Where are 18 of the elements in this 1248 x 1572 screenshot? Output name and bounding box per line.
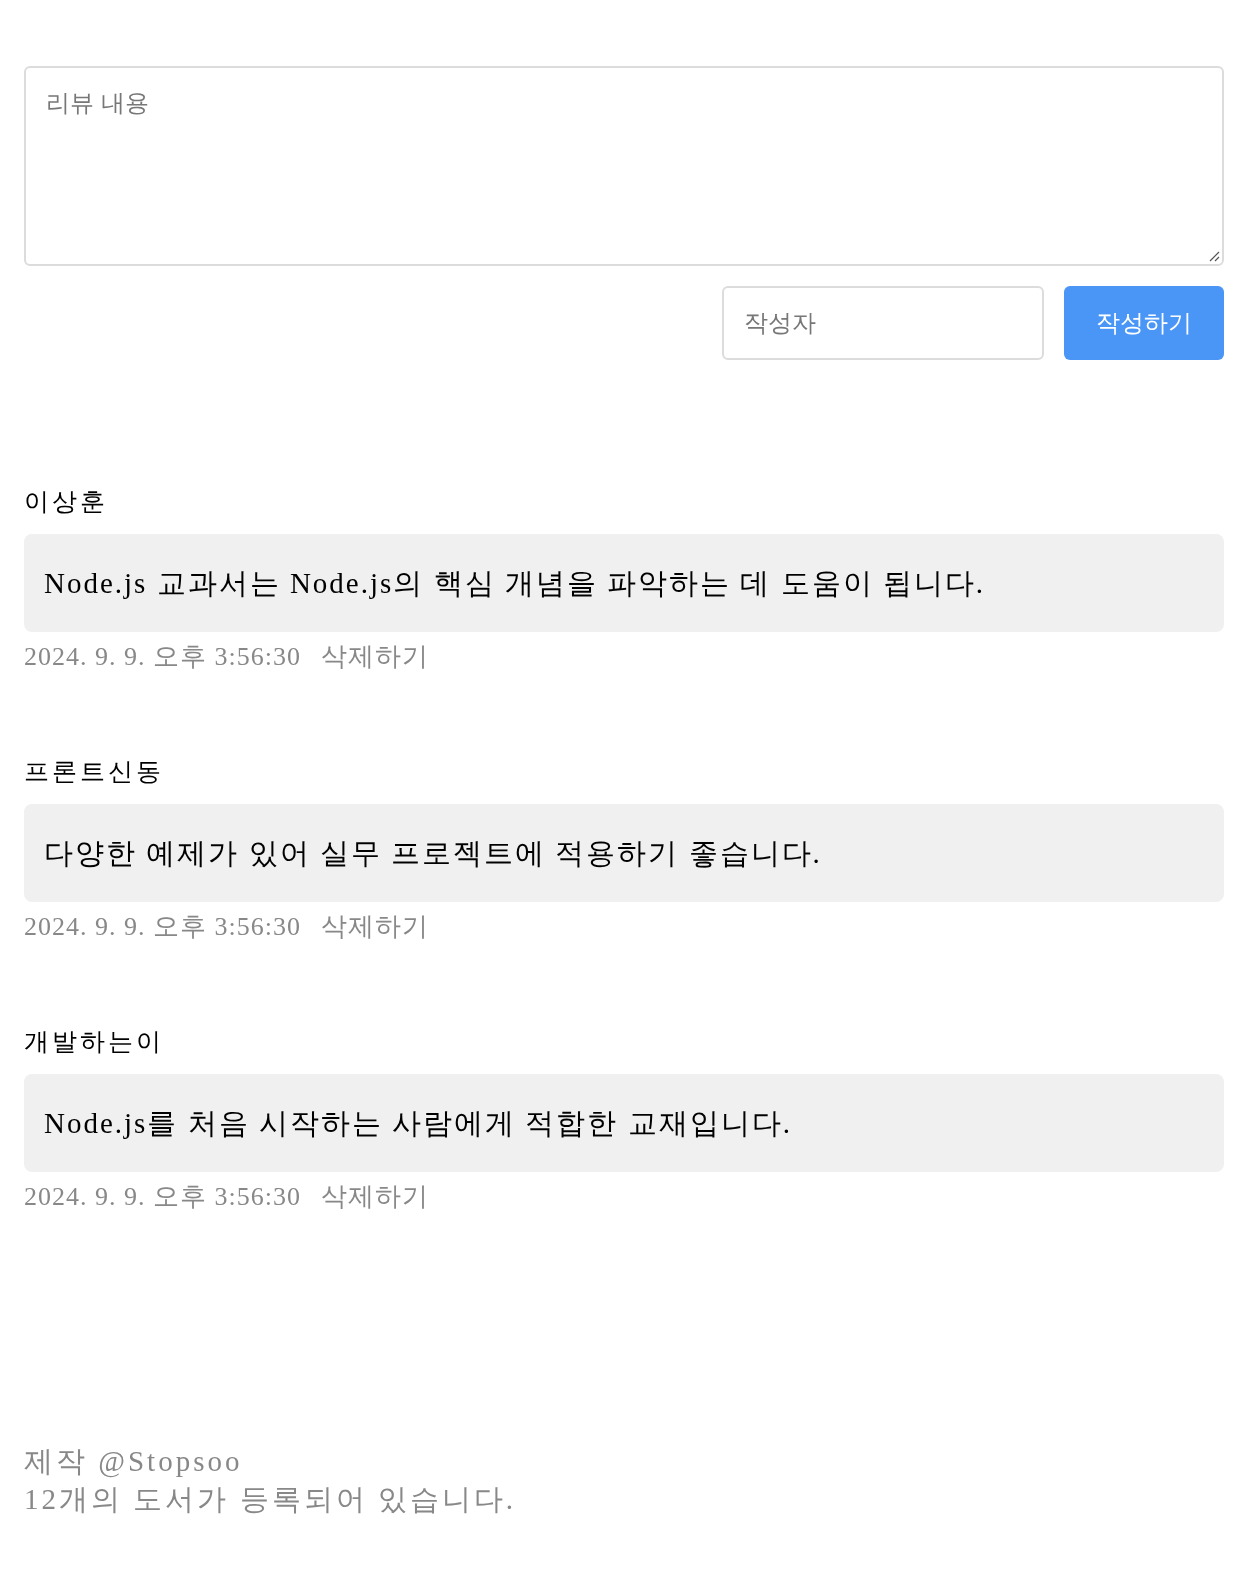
- review-author: 이상훈: [24, 487, 108, 517]
- review-date: 2024. 9. 9. 오후 3:56:30: [24, 642, 301, 672]
- review-content-text: 다양한 예제가 있어 실무 프로젝트에 적용하기 좋습니다.: [44, 836, 822, 871]
- review-author: 프론트신동: [24, 757, 164, 787]
- book-count-text: 12개의 도서가 등록되어 있습니다.: [24, 1482, 516, 1517]
- submit-button[interactable]: 작성하기: [1064, 286, 1224, 360]
- credit-text: 제작 @Stopsoo: [24, 1444, 243, 1480]
- review-content-text: Node.js를 처음 시작하는 사람에게 적합한 교재입니다.: [44, 1106, 792, 1141]
- delete-button[interactable]: 삭제하기: [320, 912, 429, 942]
- delete-button[interactable]: 삭제하기: [320, 1182, 429, 1212]
- delete-button[interactable]: 삭제하기: [320, 642, 429, 672]
- resize-grip-icon[interactable]: [1209, 251, 1220, 262]
- author-input-field[interactable]: 작성자: [722, 286, 1044, 360]
- review-author: 개발하는이: [24, 1027, 164, 1057]
- review-content-field[interactable]: 리뷰 내용: [24, 66, 1224, 266]
- review-date: 2024. 9. 9. 오후 3:56:30: [24, 912, 301, 942]
- review-content-text: Node.js 교과서는 Node.js의 핵심 개념을 파악하는 데 도움이 됩니다.: [44, 566, 986, 601]
- review-date: 2024. 9. 9. 오후 3:56:30: [24, 1182, 301, 1212]
